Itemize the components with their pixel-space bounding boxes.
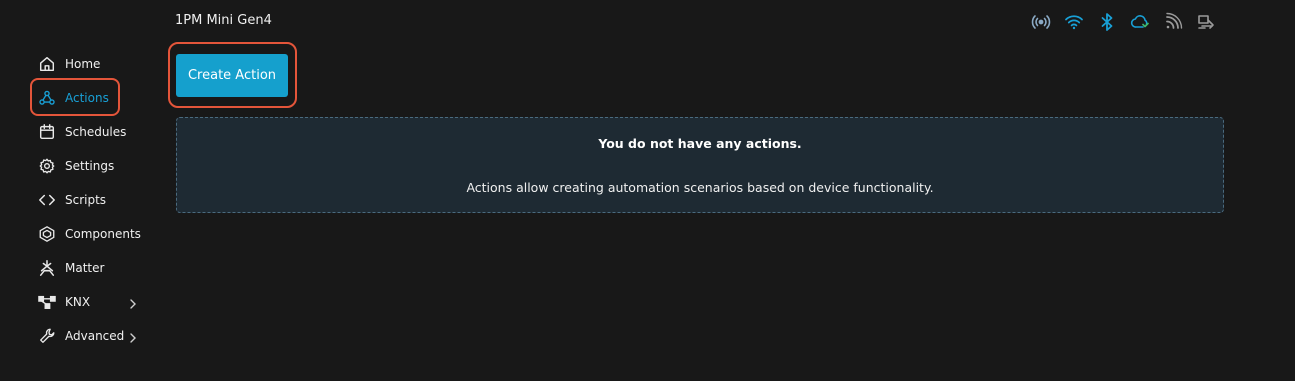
sidebar-item-advanced[interactable]: Advanced [30,319,150,353]
status-icons [1030,11,1228,33]
chevron-right-icon[interactable] [128,295,138,309]
rss-icon[interactable] [1162,11,1184,33]
sidebar-nav: Home Actions Schedules Settings Scripts … [30,47,150,353]
cloud-sync-icon[interactable] [1129,11,1151,33]
matter-icon [37,258,57,278]
sidebar-item-matter[interactable]: Matter [30,251,150,285]
bluetooth-icon[interactable] [1096,11,1118,33]
webhook-icon [37,88,57,108]
sidebar-item-label: Actions [65,91,109,105]
code-icon [37,190,57,210]
sidebar-item-home[interactable]: Home [30,47,150,81]
sidebar-item-components[interactable]: Components [30,217,150,251]
sidebar-item-label: Schedules [65,125,127,139]
sidebar-item-label: Matter [65,261,105,275]
empty-state-panel: You do not have any actions. Actions all… [176,117,1224,213]
sidebar-item-label: Home [65,57,101,71]
wifi-icon[interactable] [1063,11,1085,33]
calendar-icon [37,122,57,142]
knx-icon [37,292,57,312]
sidebar-item-label: Settings [65,159,115,173]
sidebar-item-actions[interactable]: Actions [30,81,150,115]
device-title: 1PM Mini Gen4 [175,13,272,28]
sidebar-item-schedules[interactable]: Schedules [30,115,150,149]
empty-state-description: Actions allow creating automation scenar… [466,180,934,195]
sidebar-item-settings[interactable]: Settings [30,149,150,183]
chevron-right-icon[interactable] [128,329,138,343]
sidebar-item-label: Advanced [65,329,125,343]
sidebar-item-scripts[interactable]: Scripts [30,183,150,217]
sidebar-item-knx[interactable]: KNX [30,285,150,319]
signal-broadcast-icon[interactable] [1030,11,1052,33]
create-action-button[interactable]: Create Action [176,54,288,97]
sidebar-item-label: Scripts [65,193,107,207]
home-icon [37,54,57,74]
sidebar-item-label: Components [65,227,141,241]
gear-icon [37,156,57,176]
empty-state-title: You do not have any actions. [598,136,802,151]
device-link-icon[interactable] [1195,11,1217,33]
sidebar-item-label: KNX [65,295,91,309]
components-icon [37,224,57,244]
wrench-icon [37,326,57,346]
